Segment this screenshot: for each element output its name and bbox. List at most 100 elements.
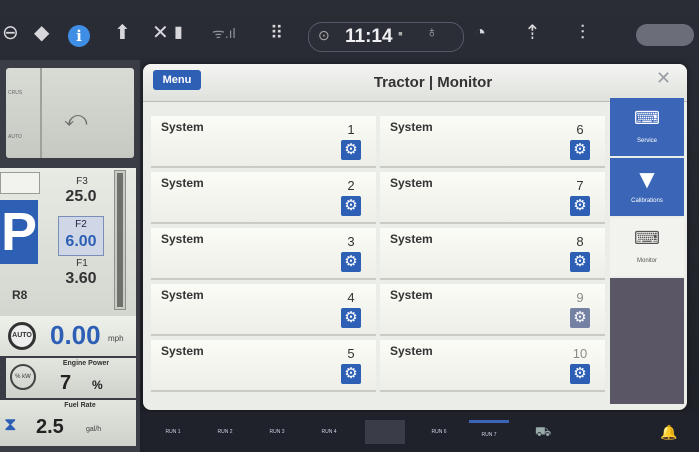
gear-icon[interactable]: ⚙	[570, 196, 590, 216]
system-number: 8	[576, 234, 584, 249]
system-cell-2[interactable]: System 2 ⚙	[151, 172, 376, 224]
system-label: System	[161, 344, 204, 358]
speed-unit: mph	[108, 334, 124, 343]
system-label: System	[161, 120, 204, 134]
engine-power-icon: % kW	[10, 364, 36, 390]
system-cell-1[interactable]: System 1 ⚙	[151, 116, 376, 168]
gear-f3-label: F3	[76, 176, 88, 187]
gear-f2-box: F2 6.00	[58, 216, 104, 256]
fuel-rate-value: 2.5	[36, 416, 64, 438]
gear-icon[interactable]: ⚙	[570, 140, 590, 160]
battery-icon: ▮	[174, 24, 183, 41]
system-label: System	[161, 232, 204, 246]
gauge-icon[interactable]: ◔	[474, 22, 486, 44]
speed-value: 0.00	[50, 320, 101, 350]
system-label: System	[390, 344, 433, 358]
monitor-icon: ⌨	[634, 228, 660, 248]
system-number: 7	[576, 178, 584, 193]
hitch-panel[interactable]: CRUS AUTO ⤺	[6, 68, 134, 158]
system-cell-5[interactable]: System 5 ⚙	[151, 340, 376, 392]
sidebar-item-calibrations[interactable]: ▼ Calibrations	[610, 158, 684, 216]
tractor-icon[interactable]: ⛟	[523, 420, 563, 444]
diamond-icon[interactable]: ◆	[34, 22, 49, 44]
up-arrow-icon[interactable]: ⬆	[114, 22, 131, 44]
system-number: 1	[347, 122, 355, 137]
run-6-button[interactable]: RUN 6	[419, 420, 459, 444]
engine-power-unit: %	[92, 378, 103, 392]
gear-icon[interactable]: ⚙	[341, 252, 361, 272]
sidebar-item-service[interactable]: ⌨ Service	[610, 98, 684, 156]
gear-icon[interactable]: ⚙	[341, 196, 361, 216]
eject-icon[interactable]: ⊖	[2, 22, 19, 44]
gear-icon[interactable]: ⚙	[570, 308, 590, 328]
crus-label: CRUS	[8, 90, 23, 96]
speed-panel[interactable]: AUTO 0.00 mph	[0, 316, 136, 356]
range-label: R8	[12, 288, 28, 302]
fuel-rate-label: Fuel Rate	[64, 402, 96, 409]
gear-f1-label: F1	[76, 258, 88, 269]
gear-top-box	[0, 172, 40, 194]
system-cell-6[interactable]: System 6 ⚙	[380, 116, 605, 168]
gear-icon[interactable]: ⚙	[341, 308, 361, 328]
gear-icon[interactable]: ⚙	[341, 140, 361, 160]
grid-icon[interactable]: ⠿	[270, 22, 283, 44]
menu-button[interactable]: Menu	[153, 70, 201, 90]
gear-f3-value: 25.0	[65, 188, 97, 205]
system-label: System	[161, 176, 204, 190]
system-cell-7[interactable]: System 7 ⚙	[380, 172, 605, 224]
gear-f1-value: 3.60	[65, 270, 97, 287]
gear-icon[interactable]: ⚙	[341, 364, 361, 384]
engine-power-panel[interactable]: Engine Power % kW 7 %	[6, 358, 136, 398]
fuel-rate-panel[interactable]: Fuel Rate ⧗ 2.5 gal/h	[0, 400, 136, 446]
system-number: 6	[576, 122, 584, 137]
wifi-signal-icon: ᯤ.ıl	[212, 25, 236, 41]
dialog-title: Tractor | Monitor	[373, 74, 493, 91]
system-grid: System 1 ⚙ System 2 ⚙ System 3 ⚙ System …	[151, 116, 611, 402]
engine-power-value: 7	[60, 372, 72, 394]
run-1-button[interactable]: RUN 1	[153, 420, 193, 444]
sidebar-item-label: Monitor	[636, 258, 657, 264]
system-cell-10[interactable]: System 10 ⚙	[380, 340, 605, 392]
system-number: 3	[347, 234, 355, 249]
gear-f2-label: F2	[75, 219, 87, 230]
system-label: System	[161, 288, 204, 302]
triangle-down-icon: ▼	[634, 164, 660, 194]
system-label: System	[390, 288, 433, 302]
system-number: 2	[347, 178, 355, 193]
gear-f2-value: 6.00	[65, 233, 97, 250]
system-cell-4[interactable]: System 4 ⚙	[151, 284, 376, 336]
fuel-hourglass-icon: ⧗	[4, 414, 17, 434]
system-cell-3[interactable]: System 3 ⚙	[151, 228, 376, 280]
hitch-divider	[40, 68, 42, 158]
help-icon: ⊙	[318, 27, 330, 43]
home-toggle[interactable]	[636, 24, 694, 46]
implement-icon[interactable]: ⇡	[524, 22, 541, 44]
info-icon[interactable]: i	[68, 25, 90, 47]
service-icon: ⌨	[634, 108, 660, 128]
gear-icon[interactable]: ⚙	[570, 252, 590, 272]
tractor-list-icon[interactable]: ⫶	[580, 22, 585, 44]
sidebar-item-monitor[interactable]: ⌨ Monitor	[610, 218, 684, 276]
run-7-button[interactable]: RUN 7	[469, 420, 509, 444]
auto-label-small: AUTO	[8, 134, 22, 140]
run-4-button[interactable]: RUN 4	[309, 420, 349, 444]
system-number: 4	[347, 290, 355, 305]
system-number: 9	[576, 290, 584, 305]
system-cell-8[interactable]: System 8 ⚙	[380, 228, 605, 280]
run-2-button[interactable]: RUN 2	[205, 420, 245, 444]
left-panel: CRUS AUTO ⤺ P F3 25.0 F2 6.00 F1 3.60 R8…	[0, 60, 140, 452]
gear-icon[interactable]: ⚙	[570, 364, 590, 384]
status-bar: ⊖ ◆ i ⬆ ✕ ▮ ᯤ.ıl ⠿ ⊙ 11:14 ▪ ♁ ◔ ⇡ ⫶	[0, 8, 699, 60]
system-label: System	[390, 120, 433, 134]
sidebar-empty-slot	[610, 278, 684, 404]
run-bar: RUN 1 RUN 2 RUN 3 RUN 4 RUN 6 RUN 7 ⛟	[143, 412, 699, 452]
system-cell-9[interactable]: System 9 ⚙	[380, 284, 605, 336]
dialog-header: Menu Tractor | Monitor ✕	[143, 64, 687, 102]
alarm-bell-icon[interactable]: 🔔	[660, 424, 677, 441]
auto-mode-icon[interactable]: AUTO	[8, 322, 36, 350]
gps-satellite-icon[interactable]: ✕	[152, 22, 169, 44]
close-icon[interactable]: ✕	[656, 68, 671, 89]
engine-power-label: Engine Power	[62, 360, 110, 367]
run-3-button[interactable]: RUN 3	[257, 420, 297, 444]
run-5-button[interactable]	[365, 420, 405, 444]
